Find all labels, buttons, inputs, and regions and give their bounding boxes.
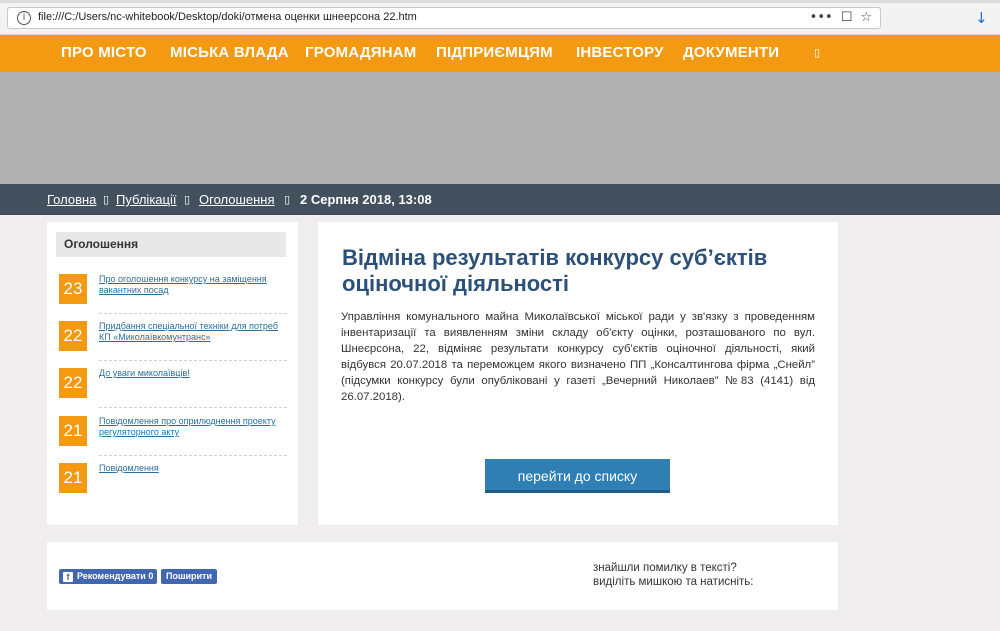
nav-item-investor[interactable]: Інвестору (576, 44, 664, 61)
bookmark-star-icon[interactable]: ☆ (860, 10, 872, 26)
divider (99, 360, 287, 361)
breadcrumb-publications[interactable]: Публікації (116, 192, 176, 207)
news-link[interactable]: Про оголошення конкурсу на заміщення вак… (99, 274, 285, 296)
url-text[interactable]: file:///C:/Users/nc-whitebook/Desktop/do… (38, 11, 417, 23)
breadcrumb-separator-icon: ▯ (184, 193, 191, 206)
page-bottom (0, 618, 1000, 631)
breadcrumb-home[interactable]: Головна (47, 192, 96, 207)
share-panel: f Рекомендувати 0 Поширити знайшли помилк… (47, 542, 838, 610)
breadcrumb: Головна ▯ Публікації ▯ Оголошення ▯ 2 Се… (0, 184, 1000, 215)
breadcrumb-separator-icon: ▯ (284, 193, 291, 206)
nav-item-about-city[interactable]: Про місто (61, 44, 147, 61)
article-body: Управління комунального майна Миколаївсь… (341, 311, 815, 403)
back-to-list-button[interactable]: перейти до списку (485, 459, 670, 493)
article-panel: Відміна результатів конкурсу суб’єктів о… (318, 222, 838, 525)
breadcrumb-separator-icon: ▯ (103, 193, 110, 206)
facebook-share-button[interactable]: Поширити (161, 569, 217, 584)
news-date-badge: 21 (59, 463, 87, 493)
news-date-badge: 22 (59, 321, 87, 351)
facebook-like-button[interactable]: f Рекомендувати 0 (59, 569, 158, 584)
nav-item-documents[interactable]: Документи (683, 44, 779, 61)
browser-toolbar: i file:///C:/Users/nc-whitebook/Desktop/… (0, 0, 1000, 35)
hero-banner (0, 72, 1000, 184)
download-icon[interactable]: ↓ (975, 9, 988, 27)
news-link[interactable]: Повідомлення про оприлюднення проекту ре… (99, 416, 285, 438)
nav-item-entrepreneurs[interactable]: Підприємцям (436, 44, 553, 61)
divider (99, 313, 287, 314)
sidebar-title: Оголошення (56, 232, 286, 257)
page-title: Відміна результатів конкурсу суб’єктів о… (342, 245, 768, 296)
page-actions-menu-icon[interactable]: ••• (810, 10, 833, 26)
divider (99, 407, 287, 408)
news-date-badge: 23 (59, 274, 87, 304)
info-icon[interactable]: i (17, 11, 31, 25)
announcements-sidebar: Оголошення 23 Про оголошення конкурсу на… (47, 222, 298, 525)
facebook-icon: f (63, 572, 73, 582)
error-note-line: виділіть мишкою та натисніть: (593, 576, 754, 588)
news-link[interactable]: Повідомлення (99, 463, 285, 474)
pocket-icon[interactable]: ☐ (841, 10, 853, 26)
divider (99, 455, 287, 456)
news-link[interactable]: Придбання спеціальної техніки для потреб… (99, 321, 285, 343)
address-bar-actions: ••• ☐ ☆ (810, 10, 872, 26)
nav-item-citizens[interactable]: Громадянам (305, 44, 417, 61)
news-date-badge: 22 (59, 368, 87, 398)
error-note-line: знайшли помилку в тексті? (593, 562, 737, 574)
list-item: 22 Придбання спеціальної техніки для пот… (59, 321, 287, 367)
list-item: 23 Про оголошення конкурсу на заміщення … (59, 274, 287, 320)
list-item: 21 Повідомлення про оприлюднення проекту… (59, 416, 287, 462)
address-bar[interactable]: i file:///C:/Users/nc-whitebook/Desktop/… (7, 7, 881, 29)
error-report-note: знайшли помилку в тексті? виділіть мишко… (593, 561, 793, 589)
list-item: 21 Повідомлення (59, 463, 287, 509)
nav-missing-glyph-icon[interactable]: ▯ (814, 46, 820, 59)
facebook-like-count: 0 (148, 571, 154, 581)
news-link[interactable]: До уваги миколаївців! (99, 368, 285, 379)
news-date-badge: 21 (59, 416, 87, 446)
tab-strip (0, 0, 1000, 3)
nav-item-city-government[interactable]: Міська влада (170, 44, 289, 61)
list-item: 22 До уваги миколаївців! (59, 368, 287, 414)
main-navigation: Про місто Міська влада Громадянам Підпри… (0, 35, 1000, 72)
facebook-like-label: Рекомендувати (77, 571, 146, 581)
breadcrumb-announcements[interactable]: Оголошення (199, 192, 275, 207)
breadcrumb-current-date: 2 Серпня 2018, 13:08 (300, 192, 432, 207)
